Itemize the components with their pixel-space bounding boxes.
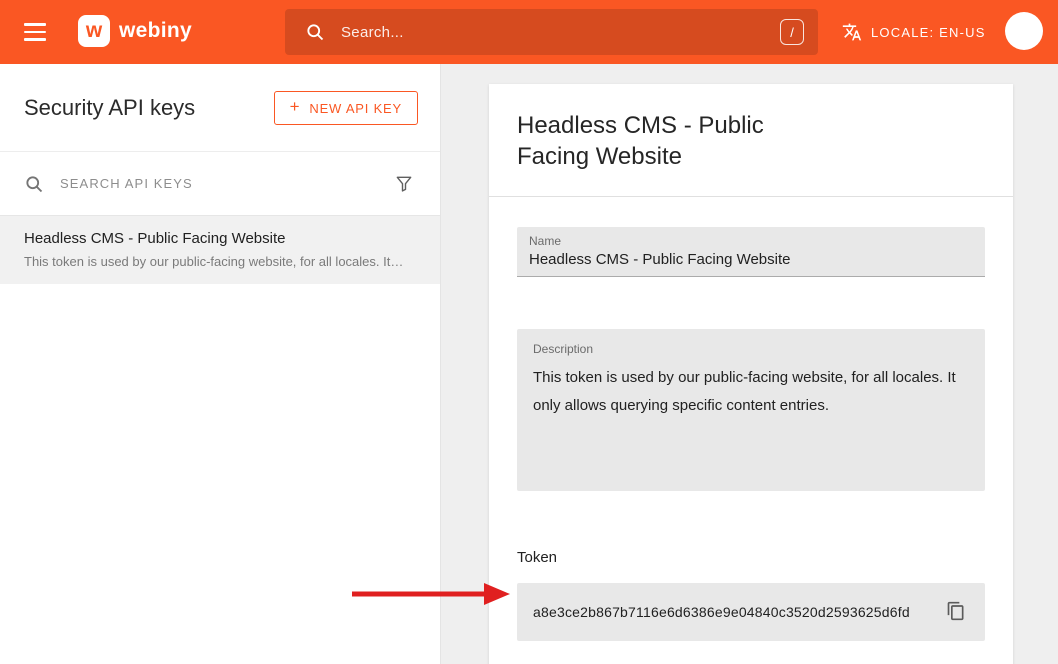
description-field[interactable]: Description This token is used by our pu… [517,329,985,491]
token-value: a8e3ce2b867b7116e6d6386e9e04840c3520d259… [533,604,910,620]
name-field-label: Name [529,234,973,248]
menu-icon-bar [24,38,46,41]
app-window: w webiny / LOCALE: EN-US [0,0,1058,664]
search-shortcut-badge: / [780,19,804,45]
translate-icon [842,22,862,42]
copy-token-button[interactable] [943,599,969,625]
name-field[interactable]: Name Headless CMS - Public Facing Websit… [517,227,985,277]
new-api-key-button-label: NEW API KEY [309,101,402,116]
locale-selector[interactable]: LOCALE: EN-US [842,0,986,64]
webiny-logo-letter: w [86,19,102,43]
detail-panel: Headless CMS - Public Facing Website Nam… [441,64,1058,664]
global-search-bar[interactable]: / [285,9,818,55]
detail-card-header: Headless CMS - Public Facing Website [489,84,1013,197]
webiny-logo-text: webiny [119,19,192,43]
user-avatar[interactable] [1005,12,1043,50]
locale-label: LOCALE: EN-US [871,25,986,40]
webiny-logo[interactable]: w webiny [78,15,192,47]
topbar: w webiny / LOCALE: EN-US [0,0,1058,64]
search-icon [24,174,44,194]
menu-icon[interactable] [24,23,46,41]
api-key-item-description: This token is used by our public-facing … [24,254,416,269]
api-keys-panel: Security API keys + NEW API KEY Headle [0,64,441,664]
api-key-detail-card: Headless CMS - Public Facing Website Nam… [489,84,1013,664]
detail-card-body: Name Headless CMS - Public Facing Websit… [489,197,1013,664]
new-api-key-button[interactable]: + NEW API KEY [274,91,418,125]
description-field-label: Description [533,342,969,356]
filter-icon[interactable] [392,172,416,196]
api-keys-header: Security API keys + NEW API KEY [0,64,440,152]
plus-icon: + [290,97,301,117]
description-field-value: This token is used by our public-facing … [533,364,969,420]
name-field-value: Headless CMS - Public Facing Website [529,251,973,268]
detail-title: Headless CMS - Public Facing Website [517,110,777,172]
page-title: Security API keys [24,95,195,121]
global-search-input[interactable] [341,24,780,41]
token-label: Token [517,549,985,566]
api-keys-search-input[interactable] [60,176,380,191]
search-icon [305,22,325,42]
api-key-list-item[interactable]: Headless CMS - Public Facing Website Thi… [0,216,440,284]
menu-icon-bar [24,31,46,34]
copy-icon [946,601,966,624]
token-field: a8e3ce2b867b7116e6d6386e9e04840c3520d259… [517,583,985,641]
api-key-item-title: Headless CMS - Public Facing Website [24,230,416,247]
api-keys-search-row [0,152,440,216]
webiny-logo-icon: w [78,15,110,47]
menu-icon-bar [24,23,46,26]
